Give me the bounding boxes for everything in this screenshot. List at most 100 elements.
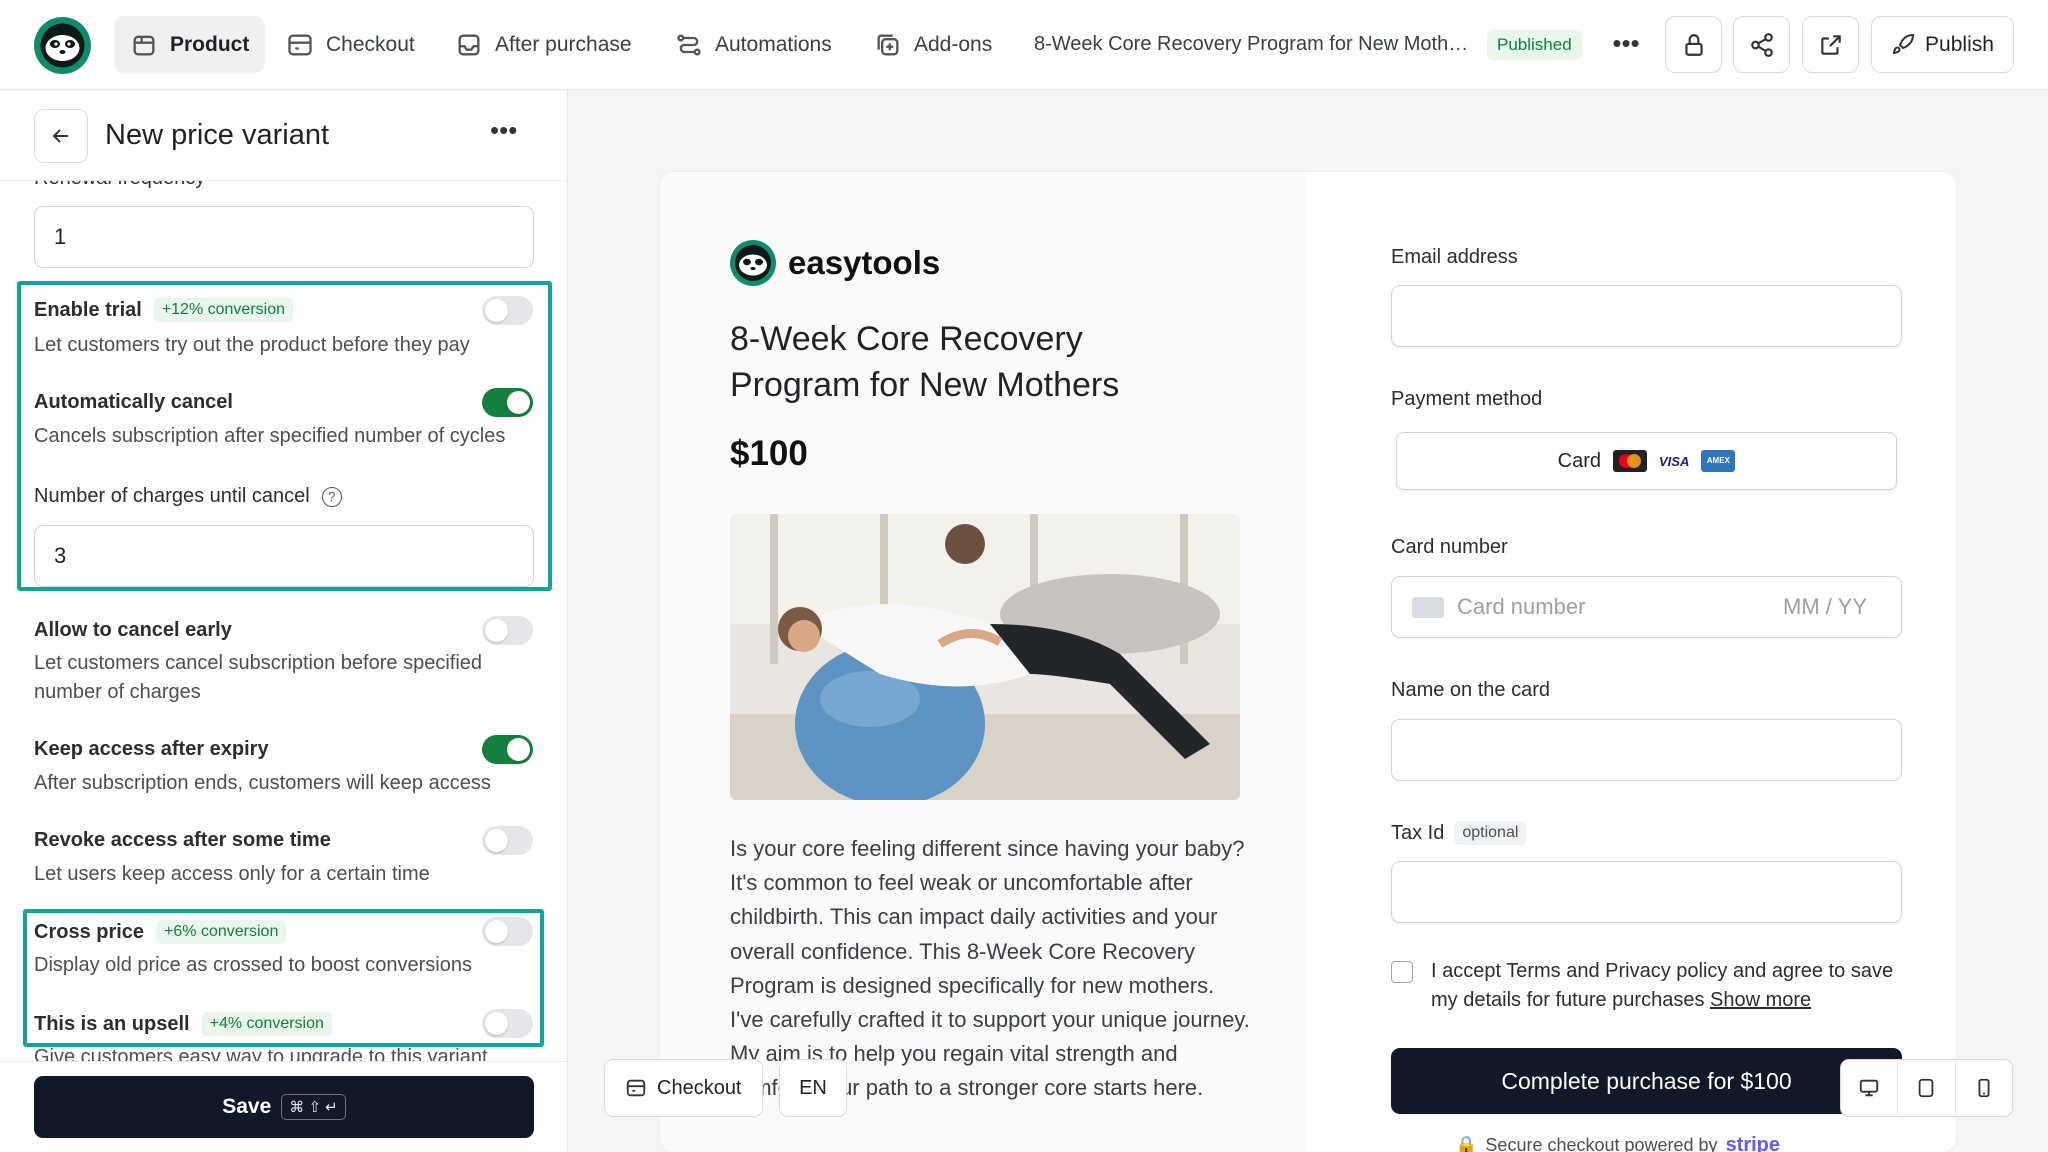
tax-id-label: Tax Id optional bbox=[1391, 821, 1527, 845]
more-options-icon[interactable]: ••• bbox=[1608, 28, 1644, 64]
accept-terms-checkbox[interactable] bbox=[1391, 961, 1413, 983]
publish-button[interactable]: Publish bbox=[1871, 16, 2014, 73]
plus-square-icon bbox=[877, 34, 899, 55]
product-title[interactable]: 8-Week Core Recovery Program for New Mot… bbox=[1034, 33, 1468, 56]
name-on-card-field[interactable] bbox=[1391, 719, 1902, 781]
secure-checkout-note: 🔒 Secure checkout powered by stripe bbox=[1455, 1134, 1780, 1152]
lock-icon bbox=[1684, 33, 1703, 56]
tab-product[interactable]: Product bbox=[114, 16, 266, 73]
tab-add-ons[interactable]: Add-ons bbox=[858, 16, 1008, 73]
conversion-badge: +12% conversion bbox=[153, 298, 293, 322]
product-title-preview: 8-Week Core Recovery Program for New Mot… bbox=[730, 320, 1120, 404]
auto-cancel-desc: Cancels subscription after specified num… bbox=[34, 425, 506, 447]
top-bar: Product Checkout After purchase Automati… bbox=[0, 0, 2048, 90]
card-number-label-text: Card number bbox=[1391, 536, 1508, 558]
tab-after-purchase[interactable]: After purchase bbox=[439, 16, 648, 73]
conversion-badge: +6% conversion bbox=[156, 920, 287, 944]
external-link-icon bbox=[1820, 34, 1841, 55]
save-bar: Save ⌘ ⇧ ↵ bbox=[0, 1061, 567, 1152]
tab-checkout-label: Checkout bbox=[326, 32, 415, 56]
mobile-view-button[interactable] bbox=[1956, 1060, 2012, 1116]
tab-automations[interactable]: Automations bbox=[659, 16, 848, 73]
keyboard-shortcut: ⌘ ⇧ ↵ bbox=[281, 1094, 346, 1120]
auto-cancel-toggle[interactable] bbox=[482, 388, 533, 417]
brand-logo-icon bbox=[730, 240, 776, 286]
checkout-icon bbox=[626, 1079, 646, 1097]
keep-access-desc: After subscription ends, customers will … bbox=[34, 772, 491, 794]
back-button[interactable] bbox=[34, 109, 88, 163]
panda-logo-icon bbox=[735, 245, 771, 281]
revoke-access-title: Revoke access after some time bbox=[34, 829, 331, 851]
keep-access-toggle[interactable] bbox=[482, 735, 533, 764]
payment-option-card[interactable]: Card VISA AMEX bbox=[1396, 432, 1897, 490]
email-field[interactable] bbox=[1391, 285, 1902, 347]
auto-cancel-option: Automatically cancel bbox=[34, 391, 233, 414]
cross-price-desc: Display old price as crossed to boost co… bbox=[34, 954, 472, 976]
payment-label-text: Payment method bbox=[1391, 388, 1543, 410]
share-icon bbox=[1750, 32, 1773, 57]
renewal-frequency-input[interactable]: 1 bbox=[34, 206, 534, 268]
keep-access-option: Keep access after expiry bbox=[34, 738, 269, 761]
open-external-button[interactable] bbox=[1802, 16, 1859, 73]
name-on-card-label: Name on the card bbox=[1391, 679, 1550, 702]
payment-method-label: Payment method bbox=[1391, 388, 1542, 411]
cancel-early-toggle[interactable] bbox=[482, 616, 533, 645]
exercise-photo bbox=[730, 514, 1240, 800]
charges-label-row: Number of charges until cancel ? bbox=[34, 485, 342, 508]
cancel-early-title: Allow to cancel early bbox=[34, 619, 232, 641]
brand: easytools bbox=[730, 240, 940, 286]
language-select[interactable]: EN bbox=[779, 1059, 847, 1117]
email-label-text: Email address bbox=[1391, 246, 1518, 268]
panda-logo-icon bbox=[40, 23, 85, 68]
tax-id-field[interactable] bbox=[1391, 861, 1902, 923]
enable-trial-option: Enable trial +12% conversion bbox=[34, 298, 293, 322]
panel-header: New price variant ••• bbox=[0, 91, 567, 181]
charges-until-cancel-input[interactable]: 3 bbox=[34, 525, 534, 587]
save-button[interactable]: Save ⌘ ⇧ ↵ bbox=[34, 1076, 534, 1138]
mobile-icon bbox=[1978, 1078, 1990, 1098]
charges-label: Number of charges until cancel bbox=[34, 485, 310, 507]
card-number-label: Card number bbox=[1391, 536, 1508, 559]
tablet-icon bbox=[1919, 1078, 1934, 1098]
share-button[interactable] bbox=[1733, 16, 1790, 73]
inbox-icon bbox=[458, 34, 480, 55]
accept-text: I accept Terms and Privacy policy and ag… bbox=[1431, 960, 1894, 1011]
enable-trial-desc: Let customers try out the product before… bbox=[34, 334, 470, 356]
help-icon[interactable]: ? bbox=[321, 486, 342, 507]
show-more-link[interactable]: Show more bbox=[1710, 989, 1811, 1011]
enable-trial-toggle[interactable] bbox=[482, 296, 533, 325]
cross-price-toggle[interactable] bbox=[482, 917, 533, 946]
upsell-toggle[interactable] bbox=[482, 1009, 533, 1038]
mastercard-icon bbox=[1613, 450, 1647, 472]
product-price: $100 bbox=[730, 434, 808, 473]
revoke-access-option: Revoke access after some time bbox=[34, 829, 331, 852]
upsell-option: This is an upsell +4% conversion bbox=[34, 1012, 332, 1036]
preview-page-select[interactable]: Checkout bbox=[604, 1059, 763, 1117]
app-logo[interactable] bbox=[34, 17, 91, 74]
desktop-icon bbox=[1859, 1079, 1879, 1097]
enable-trial-title: Enable trial bbox=[34, 298, 142, 321]
credit-card-icon bbox=[1412, 597, 1444, 618]
checkout-icon bbox=[288, 34, 312, 55]
name-label-text: Name on the card bbox=[1391, 679, 1550, 701]
cancel-early-desc: Let customers cancel subscription before… bbox=[34, 652, 483, 703]
auto-cancel-title: Automatically cancel bbox=[34, 391, 233, 413]
lock-button[interactable] bbox=[1665, 16, 1722, 73]
box-icon bbox=[133, 35, 155, 55]
panel-more-icon[interactable]: ••• bbox=[490, 115, 517, 146]
route-icon bbox=[677, 34, 701, 55]
complete-purchase-button[interactable]: Complete purchase for $100 bbox=[1391, 1048, 1902, 1114]
revoke-access-toggle[interactable] bbox=[482, 826, 533, 855]
card-number-field[interactable]: Card number MM / YY bbox=[1391, 576, 1902, 638]
tab-add-ons-label: Add-ons bbox=[914, 32, 993, 56]
tab-checkout[interactable]: Checkout bbox=[270, 16, 431, 73]
tablet-view-button[interactable] bbox=[1898, 1060, 1956, 1116]
upsell-title: This is an upsell bbox=[34, 1012, 190, 1035]
rocket-icon bbox=[1892, 33, 1915, 54]
variant-panel: New price variant ••• Renewal frequency … bbox=[0, 91, 568, 1152]
desktop-view-button[interactable] bbox=[1841, 1060, 1899, 1116]
product-image bbox=[730, 514, 1240, 800]
panel-title: New price variant bbox=[105, 119, 330, 151]
email-label: Email address bbox=[1391, 246, 1518, 269]
preview-page-label: Checkout bbox=[657, 1076, 742, 1099]
